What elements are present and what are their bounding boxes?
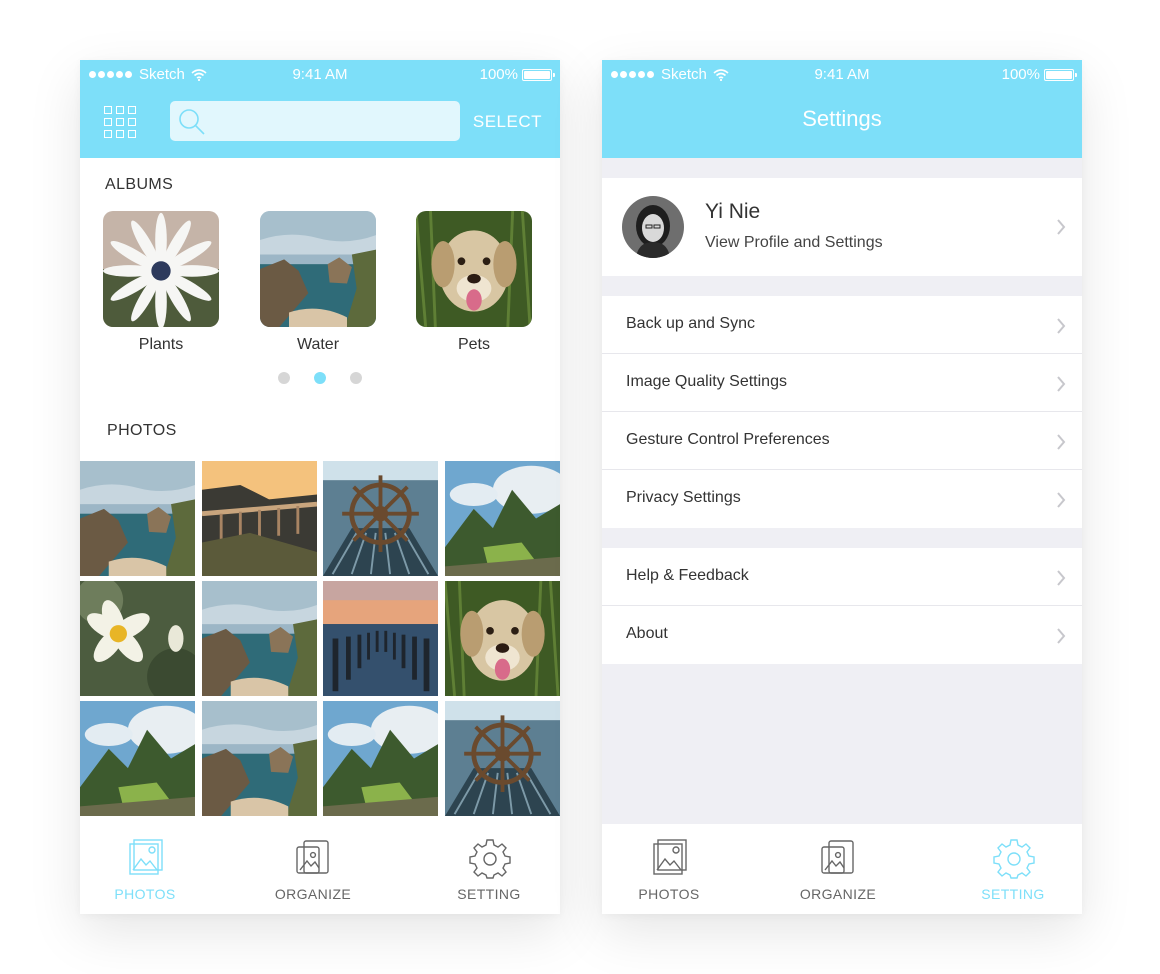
ship-wheel-photo[interactable] — [323, 461, 438, 576]
album-name: Plants — [138, 336, 184, 353]
grid-view-icon[interactable] — [104, 106, 136, 138]
status-bar: Sketch 9:41 AM 100% — [80, 60, 560, 88]
battery-percent: 100% — [1001, 66, 1040, 83]
chevron-right-icon — [1057, 376, 1065, 392]
organize-tab-icon — [821, 840, 854, 874]
album-pets[interactable]: Pets — [416, 211, 532, 354]
pager-dot-active[interactable] — [314, 372, 326, 384]
search-icon — [179, 109, 205, 135]
tab-photos[interactable]: PHOTOS — [85, 824, 205, 914]
row-label: Image Quality Settings — [626, 373, 787, 390]
photos-heading: PHOTOS — [107, 422, 177, 439]
chevron-right-icon — [1057, 628, 1065, 644]
settings-row-help-feedback[interactable]: Help & Feedback — [602, 548, 1082, 606]
settings-header: Sketch 9:41 AM 100% Settings — [602, 60, 1082, 158]
battery-icon — [522, 68, 555, 81]
photos-tab-icon — [129, 839, 163, 875]
tab-label: PHOTOS — [638, 886, 700, 902]
tab-organize[interactable]: ORGANIZE — [253, 824, 373, 914]
settings-group-support: Help & Feedback About — [602, 548, 1082, 664]
coast-photo[interactable] — [202, 581, 317, 696]
battery-icon — [1044, 68, 1077, 81]
tab-label: ORGANIZE — [274, 886, 352, 902]
search-bar[interactable] — [170, 101, 460, 141]
tab-photos[interactable]: PHOTOS — [609, 824, 729, 914]
album-name: Pets — [457, 336, 490, 353]
settings-row-privacy[interactable]: Privacy Settings — [602, 470, 1082, 528]
settings-row-gesture-control[interactable]: Gesture Control Preferences — [602, 412, 1082, 470]
chevron-right-icon — [1057, 570, 1065, 586]
gear-icon — [469, 839, 511, 879]
album-plants[interactable]: Plants — [103, 211, 219, 354]
albums-heading: ALBUMS — [105, 176, 174, 193]
mountain-photo[interactable] — [323, 701, 438, 816]
tab-setting[interactable]: SETTING — [953, 824, 1073, 914]
tab-label: ORGANIZE — [799, 886, 877, 902]
chevron-right-icon — [1057, 219, 1065, 235]
photos-header: Sketch 9:41 AM 100% SELECT — [80, 60, 560, 158]
album-water[interactable]: Water — [260, 211, 376, 354]
daffodil-photo[interactable] — [80, 581, 195, 696]
dog-photo — [416, 211, 532, 327]
chevron-right-icon — [1057, 492, 1065, 508]
coast-photo — [260, 211, 376, 327]
mountain-photo[interactable] — [445, 461, 560, 576]
page-title: Settings — [802, 106, 882, 131]
settings-screen: Sketch 9:41 AM 100% Settings Yi Nie View… — [602, 60, 1082, 914]
settings-row-backup-sync[interactable]: Back up and Sync — [602, 296, 1082, 354]
coast-photo[interactable] — [80, 461, 195, 576]
tab-setting[interactable]: SETTING — [429, 824, 549, 914]
chevron-right-icon — [1057, 434, 1065, 450]
mountain-photo[interactable] — [80, 701, 195, 816]
album-pager — [80, 372, 560, 384]
chevron-right-icon — [1057, 318, 1065, 334]
select-button[interactable]: SELECT — [473, 112, 542, 132]
photos-screen: Sketch 9:41 AM 100% SELECT ALBUMS Plants… — [80, 60, 560, 914]
profile-row[interactable]: Yi Nie View Profile and Settings — [602, 178, 1082, 276]
profile-subtitle: View Profile and Settings — [705, 234, 883, 251]
avatar — [622, 196, 684, 258]
daisy-photo — [103, 211, 219, 327]
row-label: Privacy Settings — [626, 489, 741, 506]
organize-tab-icon — [296, 840, 329, 874]
profile-name: Yi Nie — [705, 200, 761, 223]
settings-row-about[interactable]: About — [602, 606, 1082, 664]
tab-label: SETTING — [457, 886, 521, 902]
tab-label: SETTING — [981, 886, 1045, 902]
pager-dot[interactable] — [278, 372, 290, 384]
photos-tab-icon — [653, 839, 687, 875]
bridge-photo[interactable] — [202, 461, 317, 576]
row-label: Gesture Control Preferences — [626, 431, 830, 448]
tab-bar: PHOTOS ORGANIZE SETTING — [80, 824, 560, 914]
battery-percent: 100% — [479, 66, 518, 83]
row-label: Back up and Sync — [626, 315, 755, 332]
coast-photo[interactable] — [202, 701, 317, 816]
tab-label: PHOTOS — [114, 886, 176, 902]
row-label: About — [626, 625, 668, 642]
status-bar: Sketch 9:41 AM 100% — [602, 60, 1082, 88]
dog-photo[interactable] — [445, 581, 560, 696]
gear-icon — [993, 839, 1035, 879]
pager-dot[interactable] — [350, 372, 362, 384]
tab-bar: PHOTOS ORGANIZE SETTING — [602, 824, 1082, 914]
row-label: Help & Feedback — [626, 567, 749, 584]
settings-row-image-quality[interactable]: Image Quality Settings — [602, 354, 1082, 412]
pier-posts-photo[interactable] — [323, 581, 438, 696]
search-input[interactable] — [210, 101, 450, 141]
tab-organize[interactable]: ORGANIZE — [778, 824, 898, 914]
settings-group-general: Back up and Sync Image Quality Settings … — [602, 296, 1082, 528]
album-name: Water — [296, 336, 340, 353]
ship-wheel-photo[interactable] — [445, 701, 560, 816]
